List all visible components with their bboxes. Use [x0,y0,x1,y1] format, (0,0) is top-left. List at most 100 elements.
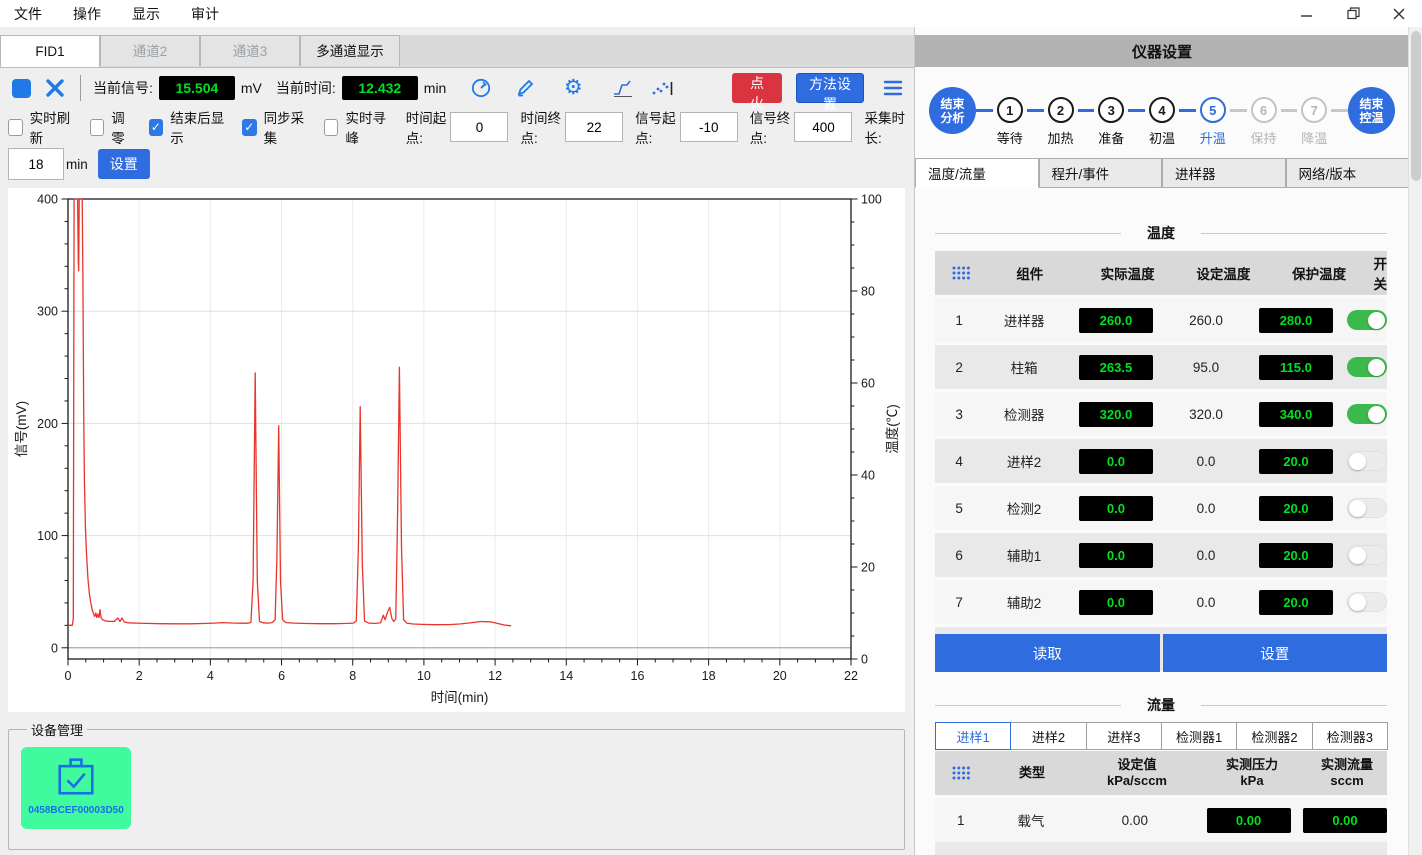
tab-channel2[interactable]: 通道2 [100,35,200,66]
device-tile[interactable]: 0458BCEF00003D50 [21,747,131,829]
svg-text:0: 0 [51,641,58,655]
window-controls [1284,0,1422,27]
step-connector [1128,109,1145,112]
checkbox-zero[interactable] [90,119,104,136]
tab-multichannel[interactable]: 多通道显示 [300,35,400,66]
minimize-button[interactable] [1284,0,1330,27]
tab-program-events[interactable]: 程升/事件 [1039,158,1163,188]
temp-switch-toggle-检测2[interactable] [1347,498,1387,518]
step-7-pending: 7降温 [1297,97,1331,147]
menu-display[interactable]: 显示 [132,4,177,24]
restore-button[interactable] [1330,0,1376,27]
temp-switch-toggle-检测器[interactable] [1347,404,1387,424]
panel-scrollbar[interactable] [1408,27,1422,855]
step-circle-6: 6 [1251,97,1277,123]
flow-tab-inlet3[interactable]: 进样3 [1086,722,1162,750]
end-temp-control-button[interactable]: 结束控温 [1348,87,1395,134]
peak-find-icon[interactable] [650,75,676,101]
step-label-4: 初温 [1149,128,1175,147]
temperature-section-title: 温度 [935,223,1387,243]
temp-switch-toggle-进样器[interactable] [1347,310,1387,330]
flow-tab-inlet1[interactable]: 进样1 [935,722,1011,750]
close-button[interactable] [1376,0,1422,27]
step-connector [1230,109,1247,112]
temp-switch-toggle-辅助2[interactable] [1347,592,1387,612]
row-index: 7 [935,595,983,610]
actual-temp-cell: 0.0 [1065,543,1167,568]
checkbox-realtime-refresh[interactable] [8,119,23,136]
field-time-start: 时间起点: [406,107,509,147]
ignite-button[interactable]: 点火 [732,73,782,103]
settings-gear-icon[interactable]: ⚙ [560,75,586,101]
toggle-knob [1349,453,1366,470]
checkbox-show-after-end[interactable]: ✓ [149,119,164,136]
read-button[interactable]: 读取 [935,634,1160,672]
time-end-input[interactable] [565,112,623,142]
menu-file[interactable]: 文件 [14,4,59,24]
method-settings-button[interactable]: 方法设置 [796,73,864,103]
option-sync-acquire: ✓同步采集 [242,107,309,147]
temp-row-进样器: 1进样器260.0260.0280.0 [935,298,1387,342]
step-circle-2: 2 [1048,97,1074,123]
temp-switch-toggle-进样2[interactable] [1347,451,1387,471]
field-label-signal-start: 信号起点: [635,107,676,147]
temp-row-辅助2: 7辅助20.00.020.0 [935,580,1387,624]
component-name: 检测2 [983,498,1065,518]
checkbox-realtime-peak-find[interactable] [324,119,339,136]
tab-temp-flow[interactable]: 温度/流量 [915,158,1039,188]
step-4-done: 4初温 [1145,97,1179,147]
time-start-input[interactable] [450,112,508,142]
step-label-5: 升温 [1200,128,1226,147]
switch-cell [1347,498,1387,518]
set-temp-cell: 0.0 [1167,548,1245,563]
checkbox-label-realtime-peak-find: 实时寻峰 [345,107,390,147]
tab-fid1[interactable]: FID1 [0,35,100,67]
checkbox-sync-acquire[interactable]: ✓ [242,119,257,136]
flow-tab-detector3[interactable]: 检测器3 [1312,722,1388,750]
step-label-3: 准备 [1098,128,1124,147]
actual-temp-cell: 260.0 [1065,308,1167,333]
tab-channel3[interactable]: 通道3 [200,35,300,66]
step-circle-7: 7 [1301,97,1327,123]
stop-icon[interactable] [8,75,34,101]
temp-switch-toggle-柱箱[interactable] [1347,357,1387,377]
minimize-icon [1301,8,1313,20]
menu-operation[interactable]: 操作 [73,4,118,24]
list-menu-icon[interactable] [880,75,906,101]
flow-tab-detector1[interactable]: 检测器1 [1161,722,1237,750]
row-index: 4 [935,454,983,469]
set-temp-cell: 0.0 [1167,454,1245,469]
flow-table-header: 类型设定值kPa/sccm实测压力kPa实测流量sccm [935,751,1387,795]
end-analysis-button[interactable]: 结束分析 [929,87,976,134]
duration-set-button[interactable]: 设置 [98,149,150,179]
svg-text:2: 2 [136,669,143,683]
signal-start-input[interactable] [680,112,738,142]
component-name: 检测器 [983,404,1065,424]
grid-dots-icon [951,765,971,781]
duration-input[interactable] [8,148,64,180]
switch-cell [1347,592,1387,612]
menu-audit[interactable]: 审计 [191,4,236,24]
flow-tab-detector2[interactable]: 检测器2 [1236,722,1312,750]
pencil-icon[interactable] [512,75,538,101]
option-show-after-end: ✓结束后显示 [149,107,227,147]
set-button[interactable]: 设置 [1163,634,1388,672]
tab-injector[interactable]: 进样器 [1162,158,1286,188]
actual-temp-cell: 0.0 [1065,449,1167,474]
option-realtime-peak-find: 实时寻峰 [324,107,391,147]
signal-end-input[interactable] [794,112,852,142]
flow-tab-inlet2[interactable]: 进样2 [1010,722,1086,750]
protect-temp-cell: 20.0 [1245,590,1347,615]
lcd-display: 0.0 [1079,449,1153,474]
cancel-icon[interactable] [42,75,68,101]
temp-switch-toggle-辅助1[interactable] [1347,545,1387,565]
tab-network-version[interactable]: 网络/版本 [1286,158,1410,188]
baseline-curve-icon[interactable] [610,75,636,101]
actual-temp-cell: 263.5 [1065,355,1167,380]
scrollbar-thumb[interactable] [1411,31,1421,181]
component-name: 进样2 [983,451,1065,471]
svg-text:6: 6 [278,669,285,683]
protect-temp-cell: 115.0 [1245,355,1347,380]
option-realtime-refresh: 实时刷新 [8,107,75,147]
timer-gauge-icon[interactable] [468,75,494,101]
